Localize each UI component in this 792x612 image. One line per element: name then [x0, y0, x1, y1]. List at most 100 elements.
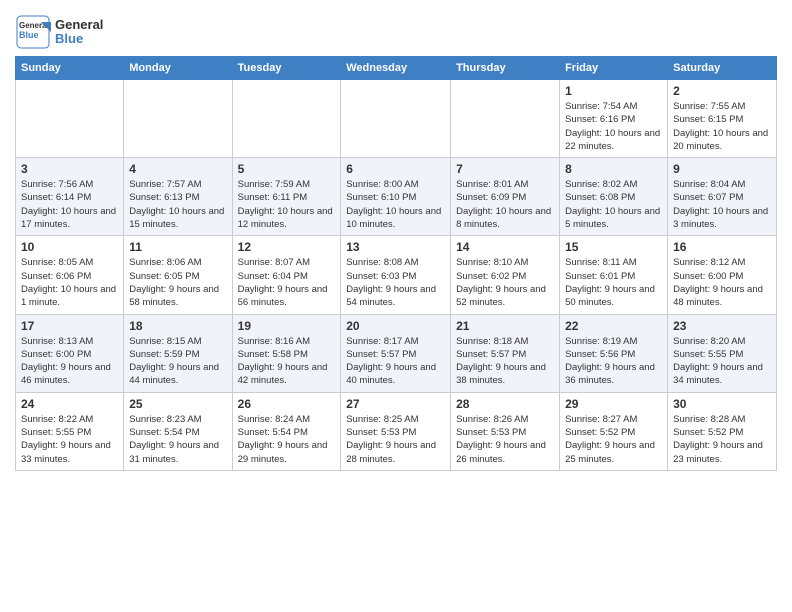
day-number: 25: [129, 397, 226, 411]
day-number: 2: [673, 84, 771, 98]
day-number: 23: [673, 319, 771, 333]
day-info: Sunrise: 7:55 AM Sunset: 6:15 PM Dayligh…: [673, 100, 771, 153]
calendar-day-cell: 16 Sunrise: 8:12 AM Sunset: 6:00 PM Dayli…: [668, 236, 777, 314]
day-info: Sunrise: 8:20 AM Sunset: 5:55 PM Dayligh…: [673, 335, 771, 388]
day-info: Sunrise: 8:15 AM Sunset: 5:59 PM Dayligh…: [129, 335, 226, 388]
calendar-day-cell: 19 Sunrise: 8:16 AM Sunset: 5:58 PM Dayli…: [232, 314, 341, 392]
calendar-day-cell: [124, 80, 232, 158]
day-info: Sunrise: 8:12 AM Sunset: 6:00 PM Dayligh…: [673, 256, 771, 309]
calendar-day-cell: 15Sunrise: 8:11 AM Sunset: 6:01 PM Dayli…: [560, 236, 668, 314]
day-number: 6: [346, 162, 445, 176]
day-number: 12: [238, 240, 336, 254]
day-number: 20: [346, 319, 445, 333]
day-info: Sunrise: 7:56 AM Sunset: 6:14 PM Dayligh…: [21, 178, 118, 231]
day-info: Sunrise: 8:25 AM Sunset: 5:53 PM Dayligh…: [346, 413, 445, 466]
day-info: Sunrise: 8:02 AM Sunset: 6:08 PM Dayligh…: [565, 178, 662, 231]
logo-blue: Blue: [55, 32, 103, 46]
day-info: Sunrise: 8:24 AM Sunset: 5:54 PM Dayligh…: [238, 413, 336, 466]
day-info: Sunrise: 7:54 AM Sunset: 6:16 PM Dayligh…: [565, 100, 662, 153]
calendar-day-cell: 22Sunrise: 8:19 AM Sunset: 5:56 PM Dayli…: [560, 314, 668, 392]
day-number: 1: [565, 84, 662, 98]
calendar-day-cell: 4 Sunrise: 7:57 AM Sunset: 6:13 PM Daylig…: [124, 158, 232, 236]
day-number: 14: [456, 240, 554, 254]
day-info: Sunrise: 8:01 AM Sunset: 6:09 PM Dayligh…: [456, 178, 554, 231]
calendar-table: SundayMondayTuesdayWednesdayThursdayFrid…: [15, 56, 777, 471]
day-info: Sunrise: 8:26 AM Sunset: 5:53 PM Dayligh…: [456, 413, 554, 466]
day-number: 5: [238, 162, 336, 176]
day-info: Sunrise: 8:16 AM Sunset: 5:58 PM Dayligh…: [238, 335, 336, 388]
calendar-day-cell: 28 Sunrise: 8:26 AM Sunset: 5:53 PM Dayli…: [451, 392, 560, 470]
day-info: Sunrise: 8:10 AM Sunset: 6:02 PM Dayligh…: [456, 256, 554, 309]
day-number: 16: [673, 240, 771, 254]
calendar-day-cell: 11 Sunrise: 8:06 AM Sunset: 6:05 PM Dayli…: [124, 236, 232, 314]
calendar-week-row: 17Sunrise: 8:13 AM Sunset: 6:00 PM Dayli…: [16, 314, 777, 392]
calendar-day-cell: 24 Sunrise: 8:22 AM Sunset: 5:55 PM Dayli…: [16, 392, 124, 470]
day-info: Sunrise: 8:18 AM Sunset: 5:57 PM Dayligh…: [456, 335, 554, 388]
calendar-day-cell: 17Sunrise: 8:13 AM Sunset: 6:00 PM Dayli…: [16, 314, 124, 392]
calendar-day-cell: 10 Sunrise: 8:05 AM Sunset: 6:06 PM Dayli…: [16, 236, 124, 314]
weekday-header: Thursday: [451, 57, 560, 80]
day-number: 28: [456, 397, 554, 411]
day-number: 27: [346, 397, 445, 411]
svg-text:Blue: Blue: [19, 30, 39, 40]
day-number: 10: [21, 240, 118, 254]
day-number: 7: [456, 162, 554, 176]
day-info: Sunrise: 7:57 AM Sunset: 6:13 PM Dayligh…: [129, 178, 226, 231]
calendar-day-cell: 25 Sunrise: 8:23 AM Sunset: 5:54 PM Dayli…: [124, 392, 232, 470]
weekday-header: Saturday: [668, 57, 777, 80]
logo: General Blue General Blue: [15, 14, 103, 50]
day-number: 24: [21, 397, 118, 411]
calendar-day-cell: 18 Sunrise: 8:15 AM Sunset: 5:59 PM Dayli…: [124, 314, 232, 392]
calendar-day-cell: 21 Sunrise: 8:18 AM Sunset: 5:57 PM Dayli…: [451, 314, 560, 392]
weekday-header: Wednesday: [341, 57, 451, 80]
calendar-day-cell: [341, 80, 451, 158]
calendar-day-cell: 13Sunrise: 8:08 AM Sunset: 6:03 PM Dayli…: [341, 236, 451, 314]
page: General Blue General Blue SundayMondayTu…: [0, 0, 792, 612]
day-info: Sunrise: 8:04 AM Sunset: 6:07 PM Dayligh…: [673, 178, 771, 231]
calendar-day-cell: 27 Sunrise: 8:25 AM Sunset: 5:53 PM Dayli…: [341, 392, 451, 470]
header: General Blue General Blue: [15, 10, 777, 50]
calendar-day-cell: 9 Sunrise: 8:04 AM Sunset: 6:07 PM Daylig…: [668, 158, 777, 236]
calendar-day-cell: 12Sunrise: 8:07 AM Sunset: 6:04 PM Dayli…: [232, 236, 341, 314]
calendar-day-cell: 6 Sunrise: 8:00 AM Sunset: 6:10 PM Daylig…: [341, 158, 451, 236]
day-info: Sunrise: 8:06 AM Sunset: 6:05 PM Dayligh…: [129, 256, 226, 309]
day-info: Sunrise: 8:22 AM Sunset: 5:55 PM Dayligh…: [21, 413, 118, 466]
weekday-header: Friday: [560, 57, 668, 80]
calendar-day-cell: 2 Sunrise: 7:55 AM Sunset: 6:15 PM Daylig…: [668, 80, 777, 158]
calendar-day-cell: 30Sunrise: 8:28 AM Sunset: 5:52 PM Dayli…: [668, 392, 777, 470]
calendar-day-cell: [232, 80, 341, 158]
calendar-header-row: SundayMondayTuesdayWednesdayThursdayFrid…: [16, 57, 777, 80]
weekday-header: Tuesday: [232, 57, 341, 80]
day-info: Sunrise: 8:13 AM Sunset: 6:00 PM Dayligh…: [21, 335, 118, 388]
day-info: Sunrise: 8:19 AM Sunset: 5:56 PM Dayligh…: [565, 335, 662, 388]
calendar-day-cell: 26Sunrise: 8:24 AM Sunset: 5:54 PM Dayli…: [232, 392, 341, 470]
calendar-day-cell: [16, 80, 124, 158]
day-info: Sunrise: 8:23 AM Sunset: 5:54 PM Dayligh…: [129, 413, 226, 466]
day-number: 21: [456, 319, 554, 333]
logo-icon: General Blue: [15, 14, 51, 50]
day-number: 8: [565, 162, 662, 176]
day-number: 9: [673, 162, 771, 176]
day-info: Sunrise: 7:59 AM Sunset: 6:11 PM Dayligh…: [238, 178, 336, 231]
day-number: 19: [238, 319, 336, 333]
day-number: 3: [21, 162, 118, 176]
day-info: Sunrise: 8:17 AM Sunset: 5:57 PM Dayligh…: [346, 335, 445, 388]
logo-general: General: [55, 18, 103, 32]
calendar-day-cell: 23 Sunrise: 8:20 AM Sunset: 5:55 PM Dayli…: [668, 314, 777, 392]
calendar-day-cell: 1 Sunrise: 7:54 AM Sunset: 6:16 PM Daylig…: [560, 80, 668, 158]
day-number: 18: [129, 319, 226, 333]
calendar-week-row: 1 Sunrise: 7:54 AM Sunset: 6:16 PM Daylig…: [16, 80, 777, 158]
calendar-day-cell: 29Sunrise: 8:27 AM Sunset: 5:52 PM Dayli…: [560, 392, 668, 470]
day-number: 4: [129, 162, 226, 176]
day-info: Sunrise: 8:05 AM Sunset: 6:06 PM Dayligh…: [21, 256, 118, 309]
calendar-day-cell: 20 Sunrise: 8:17 AM Sunset: 5:57 PM Dayli…: [341, 314, 451, 392]
calendar-day-cell: 7 Sunrise: 8:01 AM Sunset: 6:09 PM Daylig…: [451, 158, 560, 236]
day-number: 11: [129, 240, 226, 254]
day-number: 15: [565, 240, 662, 254]
day-info: Sunrise: 8:08 AM Sunset: 6:03 PM Dayligh…: [346, 256, 445, 309]
weekday-header: Sunday: [16, 57, 124, 80]
calendar-day-cell: 3 Sunrise: 7:56 AM Sunset: 6:14 PM Daylig…: [16, 158, 124, 236]
day-info: Sunrise: 8:00 AM Sunset: 6:10 PM Dayligh…: [346, 178, 445, 231]
calendar-day-cell: 5 Sunrise: 7:59 AM Sunset: 6:11 PM Daylig…: [232, 158, 341, 236]
calendar-day-cell: [451, 80, 560, 158]
